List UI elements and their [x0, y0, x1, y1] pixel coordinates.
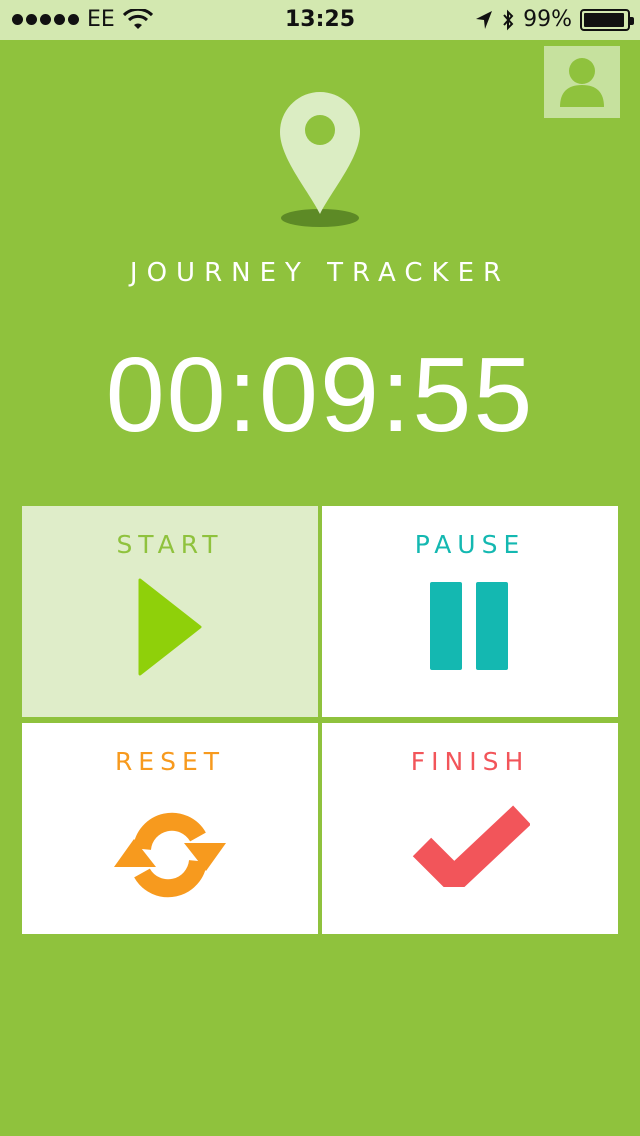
battery-percent: 99% [523, 7, 572, 32]
refresh-icon [114, 812, 226, 898]
pause-button[interactable]: PAUSE [322, 506, 618, 717]
battery-icon [580, 8, 634, 31]
profile-button[interactable] [544, 46, 620, 118]
timer-display: 00:09:55 [105, 336, 535, 454]
checkmark-icon [412, 805, 530, 887]
control-grid: START PAUSE RESET FINISH [22, 506, 618, 934]
start-button[interactable]: START [22, 506, 318, 717]
bluetooth-icon [503, 9, 514, 30]
status-right: 99% [475, 7, 634, 32]
location-arrow-icon [476, 10, 493, 29]
person-icon [560, 58, 604, 107]
reset-button[interactable]: RESET [22, 723, 318, 934]
start-label: START [116, 530, 224, 559]
map-pin-icon [280, 92, 360, 227]
finish-label: FINISH [410, 747, 530, 776]
pause-icon [430, 582, 508, 670]
finish-button[interactable]: FINISH [322, 723, 618, 934]
app-title: JOURNEY TRACKER [129, 258, 511, 288]
pause-label: PAUSE [414, 530, 526, 559]
play-icon [138, 578, 202, 676]
status-bar: EE 13:25 99% [0, 0, 640, 40]
reset-label: RESET [114, 747, 226, 776]
